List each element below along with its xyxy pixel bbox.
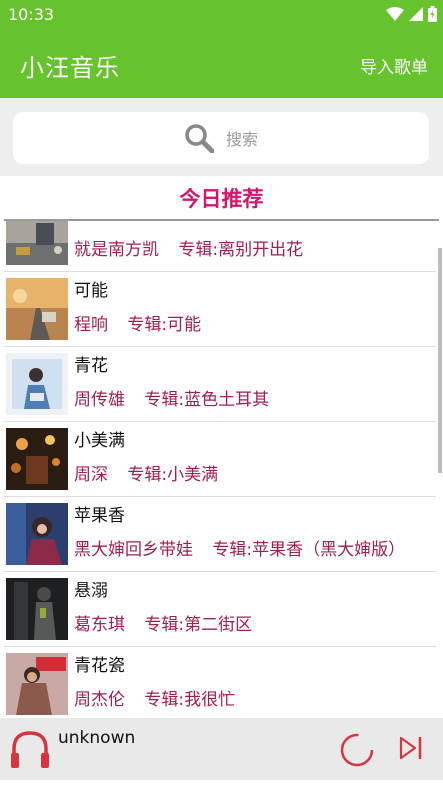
song-artist: 就是南方凯 — [74, 240, 159, 260]
song-album: 专辑:蓝色土耳其 — [144, 390, 270, 410]
song-album: 专辑:我很忙 — [144, 690, 236, 710]
song-title: 小美满 — [74, 431, 125, 451]
album-cover — [6, 221, 68, 265]
song-meta: 周杰伦 专辑:我很忙 — [74, 685, 235, 710]
song-row[interactable]: 青花 周传雄 专辑:蓝色土耳其 — [4, 347, 436, 422]
play-circle-icon[interactable] — [339, 732, 375, 768]
song-title: 可能 — [74, 281, 108, 301]
song-artist: 周传雄 — [74, 390, 125, 410]
song-artist: 周深 — [74, 465, 108, 485]
song-meta: 程响 专辑:可能 — [74, 310, 201, 335]
song-album: 专辑:小美满 — [127, 465, 219, 485]
song-album: 专辑:苹果香（黑大婶版） — [212, 540, 406, 560]
song-artist: 葛东琪 — [74, 615, 125, 635]
player-song-title: unknown — [58, 728, 136, 748]
app-title: 小汪音乐 — [20, 54, 120, 82]
song-meta: 周深 专辑:小美满 — [74, 460, 218, 485]
search-input[interactable]: 搜索 — [13, 112, 429, 164]
album-cover — [6, 353, 68, 415]
song-meta: 就是南方凯 专辑:离别开出花 — [74, 235, 303, 260]
song-row[interactable]: 苹果香 黑大婶回乡带娃 专辑:苹果香（黑大婶版） — [4, 497, 436, 572]
album-cover — [6, 578, 68, 640]
song-title: 苹果香 — [74, 506, 125, 526]
song-title: 青花瓷 — [74, 656, 125, 676]
song-artist: 周杰伦 — [74, 690, 125, 710]
status-bar: 10:33 — [0, 0, 443, 30]
search-icon — [185, 124, 214, 153]
album-cover — [6, 653, 68, 715]
song-album: 专辑:可能 — [127, 315, 202, 335]
song-meta: 葛东琪 专辑:第二街区 — [74, 610, 252, 635]
song-list[interactable]: 就是南方凯 专辑:离别开出花 可能 程响 专辑:可能 青花 周传雄 专辑:蓝色土… — [4, 221, 436, 718]
battery-icon — [428, 6, 437, 22]
album-cover — [6, 278, 68, 340]
song-row[interactable]: 小美满 周深 专辑:小美满 — [4, 422, 436, 497]
song-meta: 黑大婶回乡带娃 专辑:苹果香（黑大婶版） — [74, 535, 405, 560]
list-scrollbar[interactable] — [438, 248, 442, 473]
song-title: 青花 — [74, 356, 108, 376]
song-row[interactable]: 可能 程响 专辑:可能 — [4, 272, 436, 347]
song-row[interactable]: 就是南方凯 专辑:离别开出花 — [4, 221, 436, 272]
album-cover — [6, 503, 68, 565]
wifi-icon — [386, 7, 404, 21]
status-time: 10:33 — [8, 5, 55, 24]
skip-next-icon[interactable] — [398, 735, 424, 761]
song-album: 专辑:离别开出花 — [178, 240, 304, 260]
section-title: 今日推荐 — [179, 187, 264, 211]
album-cover — [6, 428, 68, 490]
song-meta: 周传雄 专辑:蓝色土耳其 — [74, 385, 269, 410]
search-placeholder: 搜索 — [225, 130, 258, 149]
import-playlist-button[interactable]: 导入歌单 — [360, 53, 428, 78]
song-row[interactable]: 悬溺 葛东琪 专辑:第二街区 — [4, 572, 436, 647]
section-header: 今日推荐 — [4, 176, 439, 221]
signal-icon — [409, 7, 423, 21]
search-area: 搜索 — [0, 98, 443, 176]
song-artist: 程响 — [74, 315, 108, 335]
navigation-strip — [0, 780, 443, 787]
song-row[interactable]: 青花瓷 周杰伦 专辑:我很忙 — [4, 647, 436, 718]
mini-player[interactable]: unknown — [0, 718, 443, 780]
song-title: 悬溺 — [74, 581, 108, 601]
headphones-icon — [11, 731, 49, 768]
song-album: 专辑:第二街区 — [144, 615, 253, 635]
status-icons — [386, 6, 437, 22]
song-artist: 黑大婶回乡带娃 — [74, 540, 193, 560]
app-bar: 小汪音乐 导入歌单 — [0, 30, 443, 98]
